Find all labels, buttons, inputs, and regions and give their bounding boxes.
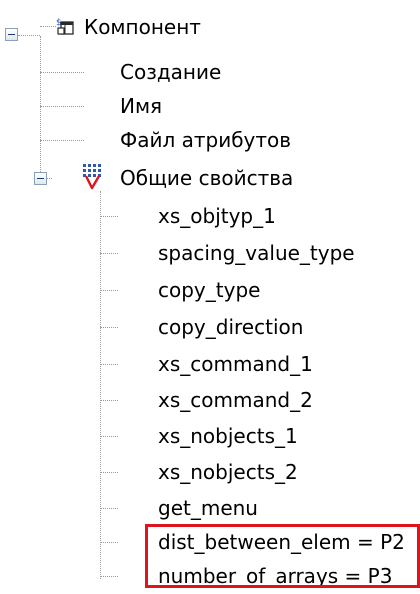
tree-node-copy-direction[interactable]: copy_direction [158, 309, 303, 345]
tree-line [100, 253, 118, 254]
tree-line [100, 542, 118, 543]
tree-node-label: Имя [120, 94, 163, 118]
tree-line [40, 26, 56, 27]
tree-node-label: copy_direction [158, 315, 304, 339]
tree-line [40, 106, 84, 107]
tree-line [40, 72, 84, 73]
tree-node-label: xs_nobjects_2 [158, 460, 298, 484]
tree-line [40, 36, 41, 180]
tree-node-xs-objtyp-1[interactable]: xs_objtyp_1 [158, 198, 276, 234]
tree-node-get-menu[interactable]: get_menu [158, 490, 258, 526]
tree-line [100, 290, 118, 291]
tree-node-label: copy_type [158, 278, 261, 302]
tree-node-label: xs_command_2 [158, 388, 313, 412]
tree-node-label: xs_command_1 [158, 352, 313, 376]
general-properties-icon [83, 164, 101, 190]
component-icon: $ [56, 18, 74, 35]
tree-line [100, 216, 118, 217]
tree-line [100, 472, 118, 473]
tree-node-xs-nobjects-1[interactable]: xs_nobjects_1 [158, 418, 298, 454]
tree-node-label: get_menu [158, 496, 258, 520]
highlight-box [145, 524, 420, 588]
tree-node-xs-command-1[interactable]: xs_command_1 [158, 346, 313, 382]
tree-line [100, 508, 118, 509]
tree-line [100, 436, 118, 437]
tree-node-spacing-value-type[interactable]: spacing_value_type [158, 235, 355, 271]
tree-node-attribute-file[interactable]: Файл атрибутов [120, 122, 291, 158]
tree-node-label: Создание [120, 60, 222, 84]
tree-line [100, 364, 118, 365]
tree-node-sozdanie[interactable]: Создание [120, 54, 221, 90]
tree-node-xs-nobjects-2[interactable]: xs_nobjects_2 [158, 454, 298, 490]
tree-node-label: xs_objtyp_1 [158, 204, 276, 228]
tree-node-copy-type[interactable]: copy_type [158, 272, 260, 308]
tree-node-label: Компонент [84, 15, 201, 39]
tree-node-label: spacing_value_type [158, 241, 355, 265]
tree-line [100, 327, 118, 328]
tree-line [40, 140, 84, 141]
tree-node-label: Общие свойства [120, 166, 294, 190]
tree-node-general-properties[interactable]: Общие свойства [120, 160, 293, 196]
collapse-toggle-root[interactable] [5, 28, 18, 41]
collapse-toggle-general-properties[interactable] [34, 172, 47, 185]
tree-line [18, 35, 40, 36]
tree-node-label: Файл атрибутов [120, 128, 292, 152]
object-tree: $ Компонент Создание Имя Файл атрибутов … [0, 0, 420, 588]
tree-node-root[interactable]: Компонент [84, 9, 201, 45]
tree-node-imya[interactable]: Имя [120, 88, 162, 124]
tree-node-label: xs_nobjects_1 [158, 424, 298, 448]
tree-line [100, 576, 118, 577]
tree-line [100, 191, 101, 579]
tree-node-xs-command-2[interactable]: xs_command_2 [158, 382, 313, 418]
tree-line [100, 400, 118, 401]
